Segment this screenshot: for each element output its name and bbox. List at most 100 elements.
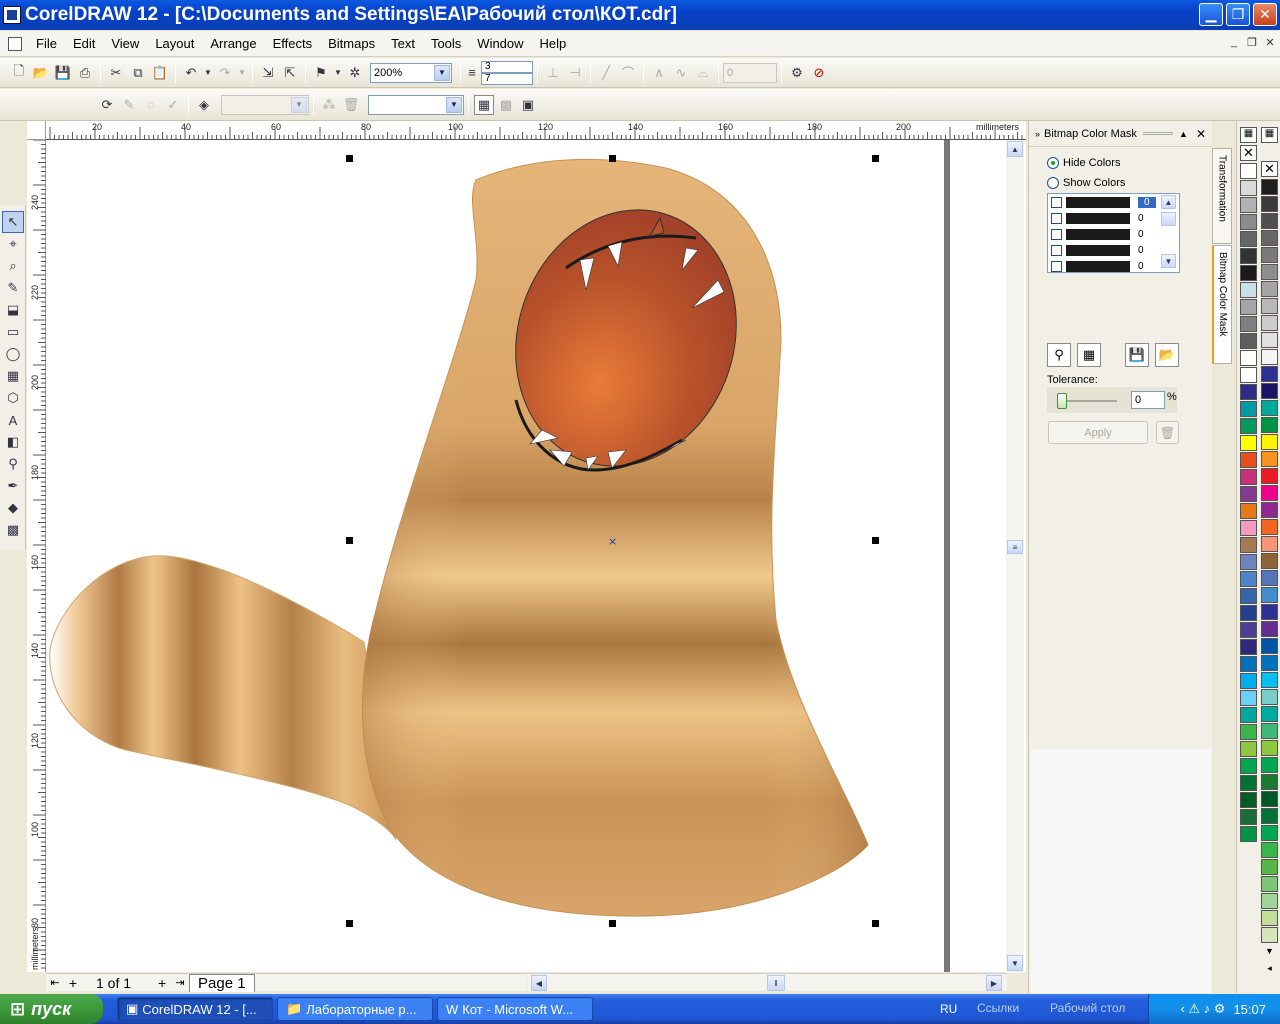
palette-swatch[interactable] bbox=[1261, 621, 1278, 637]
start-button[interactable]: ⊞ пуск bbox=[0, 994, 103, 1024]
palette-menu-icon[interactable]: ▦ bbox=[1240, 127, 1257, 143]
palette-swatch[interactable] bbox=[1240, 605, 1257, 621]
palette-swatch[interactable] bbox=[1261, 876, 1278, 892]
palette-swatch[interactable] bbox=[1261, 264, 1278, 280]
menu-effects[interactable]: Effects bbox=[265, 36, 321, 51]
chevron-down-icon[interactable]: ▼ bbox=[434, 64, 450, 81]
palette-menu-icon[interactable]: ▦ bbox=[1261, 127, 1278, 143]
fill-tool-icon[interactable]: ◆ bbox=[2, 497, 24, 519]
bitmap-effect-icon[interactable]: ◌ bbox=[141, 95, 161, 115]
palette-swatch[interactable] bbox=[1240, 792, 1257, 808]
palette-swatch[interactable] bbox=[1261, 808, 1278, 824]
palette-swatch[interactable] bbox=[1240, 639, 1257, 655]
palette-swatch[interactable] bbox=[1240, 401, 1257, 417]
tray-icons[interactable]: ‹ ⚠ ♪ ⚙ bbox=[1180, 1001, 1225, 1017]
selection-handle[interactable] bbox=[609, 155, 616, 162]
no-color-swatch[interactable]: ✕ bbox=[1240, 145, 1257, 161]
palette-flyout-icon[interactable]: ◂ bbox=[1261, 963, 1278, 977]
palette-swatch[interactable] bbox=[1261, 332, 1278, 348]
palette-swatch[interactable] bbox=[1261, 553, 1278, 569]
outline-tool-icon[interactable]: ✒ bbox=[2, 475, 24, 497]
palette-swatch[interactable] bbox=[1240, 435, 1257, 451]
palette-swatch[interactable] bbox=[1261, 349, 1278, 365]
chevron-down-icon[interactable]: ▼ bbox=[446, 96, 462, 113]
palette-swatch[interactable] bbox=[1240, 690, 1257, 706]
palette-swatch[interactable] bbox=[1261, 366, 1278, 382]
palette-swatch[interactable] bbox=[1261, 196, 1278, 212]
palette-swatch[interactable] bbox=[1240, 554, 1257, 570]
palette-swatch[interactable] bbox=[1240, 741, 1257, 757]
mesh-icon[interactable]: ▣ bbox=[518, 95, 538, 115]
palette-swatch[interactable] bbox=[1261, 859, 1278, 875]
application-launcher-icon[interactable]: ⚑ bbox=[311, 63, 331, 83]
palette-swatch[interactable] bbox=[1261, 417, 1278, 433]
center-marker-icon[interactable]: × bbox=[608, 535, 617, 548]
node-smooth-icon[interactable]: ∿ bbox=[671, 63, 691, 83]
corel-online-icon[interactable]: ✲ bbox=[345, 63, 365, 83]
align-horizontal-icon[interactable]: ⊥ bbox=[543, 63, 563, 83]
palette-swatch[interactable] bbox=[1240, 231, 1257, 247]
palette-swatch[interactable] bbox=[1261, 825, 1278, 841]
palette-swatch[interactable] bbox=[1240, 197, 1257, 213]
palette-swatch[interactable] bbox=[1261, 655, 1278, 671]
palette-swatch[interactable] bbox=[1261, 247, 1278, 263]
node-symmetric-icon[interactable]: ⌓ bbox=[693, 63, 713, 83]
vertical-scrollbar[interactable]: ▲ ≡ ▼ bbox=[1006, 140, 1024, 973]
close-button[interactable]: ✕ bbox=[1253, 3, 1277, 26]
tolerance-slider[interactable]: 0 % bbox=[1047, 387, 1177, 413]
basic-shapes-tool-icon[interactable]: ⬡ bbox=[2, 387, 24, 409]
zoom-level-combo[interactable]: 200% ▼ bbox=[370, 62, 452, 83]
outline-width-bottom-field[interactable]: 7 bbox=[481, 72, 533, 85]
palette-swatch[interactable] bbox=[1261, 536, 1278, 552]
palette-swatch[interactable] bbox=[1261, 519, 1278, 535]
crop-icon[interactable]: ▩ bbox=[496, 95, 516, 115]
palette-swatch[interactable] bbox=[1240, 299, 1257, 315]
eyedropper-tool-icon[interactable]: ⚲ bbox=[2, 453, 24, 475]
palette-swatch[interactable] bbox=[1261, 893, 1278, 909]
palette-swatch[interactable] bbox=[1261, 791, 1278, 807]
save-icon[interactable]: 💾 bbox=[53, 63, 73, 83]
paste-icon[interactable]: 📋 bbox=[150, 63, 170, 83]
palette-swatch[interactable] bbox=[1240, 537, 1257, 553]
palette-swatch[interactable] bbox=[1240, 486, 1257, 502]
palette-swatch[interactable] bbox=[1240, 503, 1257, 519]
palette-swatch[interactable] bbox=[1240, 248, 1257, 264]
menu-bitmaps[interactable]: Bitmaps bbox=[320, 36, 383, 51]
interactive-fill-tool-icon[interactable]: ▩ bbox=[2, 519, 24, 541]
ellipse-tool-icon[interactable]: ◯ bbox=[2, 343, 24, 365]
palette-swatch[interactable] bbox=[1261, 298, 1278, 314]
print-icon[interactable]: ⎙ bbox=[75, 63, 95, 83]
palette-swatch[interactable] bbox=[1240, 180, 1257, 196]
palette-swatch[interactable] bbox=[1261, 910, 1278, 926]
taskbar-item-coreldraw[interactable]: ▣ CorelDRAW 12 - [... bbox=[117, 997, 273, 1021]
color-selector-icon[interactable]: ⚲ bbox=[1047, 343, 1071, 367]
cat-drawing[interactable]: × bbox=[46, 140, 950, 972]
palette-swatch[interactable] bbox=[1261, 570, 1278, 586]
tab-transformation[interactable]: Transformation bbox=[1212, 148, 1232, 244]
palette-swatch[interactable] bbox=[1261, 434, 1278, 450]
color-checkbox[interactable] bbox=[1051, 260, 1062, 272]
menu-edit[interactable]: Edit bbox=[65, 36, 103, 51]
pick-tool-icon[interactable]: ↖ bbox=[2, 211, 24, 233]
line-tool-icon[interactable]: ╱ bbox=[596, 63, 616, 83]
redo-dropdown-icon[interactable]: ▼ bbox=[237, 63, 247, 83]
hide-colors-radio[interactable]: Hide Colors bbox=[1047, 153, 1212, 173]
resample-combo[interactable]: ▼ bbox=[221, 94, 309, 115]
export-icon[interactable]: ⇱ bbox=[280, 63, 300, 83]
stop-icon[interactable]: ⊘ bbox=[809, 63, 829, 83]
palette-swatch[interactable] bbox=[1240, 724, 1257, 740]
palette-swatch[interactable] bbox=[1240, 214, 1257, 230]
palette-swatch[interactable] bbox=[1240, 775, 1257, 791]
graph-paper-tool-icon[interactable]: ▦ bbox=[2, 365, 24, 387]
desktop-toolbar[interactable]: Рабочий стол bbox=[1050, 1001, 1125, 1015]
palette-swatch[interactable] bbox=[1261, 842, 1278, 858]
curve-tool-icon[interactable]: ⌒ bbox=[618, 63, 638, 83]
color-checkbox[interactable] bbox=[1051, 212, 1062, 224]
freehand-tool-icon[interactable]: ✎ bbox=[2, 277, 24, 299]
palette-swatch[interactable] bbox=[1261, 587, 1278, 603]
slider-thumb[interactable] bbox=[1057, 393, 1067, 409]
menu-arrange[interactable]: Arrange bbox=[202, 36, 264, 51]
palette-swatch[interactable] bbox=[1240, 265, 1257, 281]
palette-swatch[interactable] bbox=[1261, 689, 1278, 705]
color-checkbox[interactable] bbox=[1051, 244, 1062, 256]
